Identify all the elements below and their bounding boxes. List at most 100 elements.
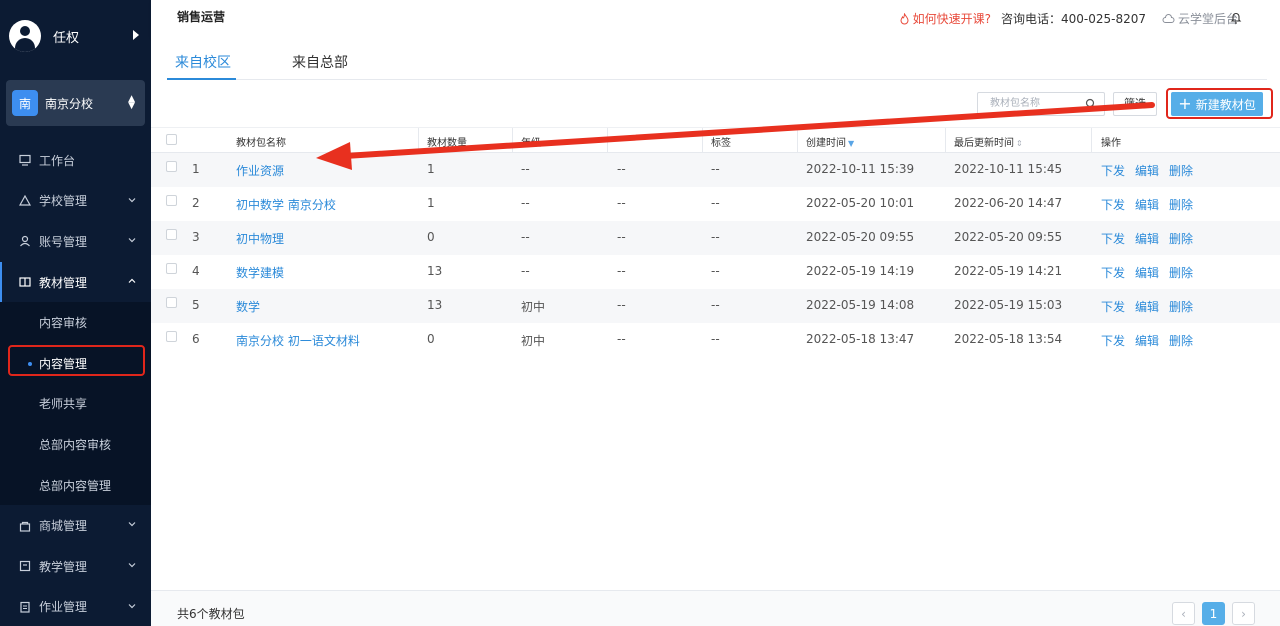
submenu-label: 内容审核 bbox=[39, 316, 88, 331]
sort-both-icon: ⇕ bbox=[1016, 139, 1023, 148]
updated-time: 2022-05-19 14:21 bbox=[954, 264, 1063, 278]
chevron-down-icon bbox=[128, 563, 136, 568]
delete-link[interactable]: 删除 bbox=[1169, 198, 1193, 212]
row-checkbox[interactable] bbox=[166, 161, 177, 172]
submenu-item-content-review[interactable]: 内容审核 bbox=[0, 302, 151, 343]
grade: -- bbox=[521, 264, 530, 278]
caret-right-icon bbox=[133, 30, 139, 40]
package-name-link[interactable]: 初中物理 bbox=[236, 230, 284, 247]
row-checkbox[interactable] bbox=[166, 297, 177, 308]
column-header-sortable[interactable]: 创建时间 ▼ bbox=[806, 134, 854, 149]
edit-link[interactable]: 编辑 bbox=[1135, 266, 1159, 280]
header-right: 如何快速开课? 咨询电话：400-025-8207 云学堂后台 bbox=[899, 10, 1238, 27]
search-input[interactable]: 教材包名称 bbox=[977, 92, 1105, 116]
sidebar: 任权 南 南京分校 ▲ ▼ 工作台 学校管理 账号管理 教材管理 内容审核 内容管 bbox=[0, 0, 151, 626]
chevron-down-icon bbox=[128, 238, 136, 243]
school-icon bbox=[18, 194, 32, 207]
sidebar-menu: 工作台 学校管理 账号管理 教材管理 内容审核 内容管理 老师共享 总部内容审核… bbox=[0, 140, 151, 626]
chevron-down-icon bbox=[128, 522, 136, 527]
delete-link[interactable]: 删除 bbox=[1169, 334, 1193, 348]
row-checkbox[interactable] bbox=[166, 229, 177, 240]
distribute-link[interactable]: 下发 bbox=[1101, 300, 1125, 314]
row-checkbox[interactable] bbox=[166, 331, 177, 342]
distribute-link[interactable]: 下发 bbox=[1101, 164, 1125, 178]
sidebar-item-label: 教学管理 bbox=[39, 559, 88, 574]
row-number: 3 bbox=[192, 230, 200, 244]
next-page-button[interactable]: › bbox=[1232, 602, 1255, 625]
table-row: 2 初中数学 南京分校 1 -- -- -- 2022-05-20 10:01 … bbox=[151, 187, 1280, 221]
clipboard-icon bbox=[19, 601, 31, 613]
row-actions: 下发 编辑 删除 bbox=[1101, 230, 1203, 247]
distribute-link[interactable]: 下发 bbox=[1101, 232, 1125, 246]
backend-link[interactable]: 云学堂后台 bbox=[1162, 10, 1238, 27]
search-placeholder: 教材包名称 bbox=[990, 98, 1040, 109]
submenu-label: 总部内容管理 bbox=[39, 478, 112, 493]
row-number: 1 bbox=[192, 162, 200, 176]
distribute-link[interactable]: 下发 bbox=[1101, 198, 1125, 212]
tab-from-campus[interactable]: 来自校区 bbox=[175, 52, 231, 72]
page-title: 销售运营 bbox=[177, 10, 226, 24]
sidebar-item-textbook[interactable]: 教材管理 bbox=[0, 261, 151, 303]
tag: -- bbox=[711, 264, 720, 278]
source-tabs: 来自校区 来自总部 bbox=[167, 38, 1267, 80]
sidebar-item-teaching[interactable]: 教学管理 bbox=[0, 546, 151, 587]
package-name-link[interactable]: 数学 bbox=[236, 298, 260, 315]
edit-link[interactable]: 编辑 bbox=[1135, 232, 1159, 246]
flame-icon bbox=[900, 12, 909, 24]
sidebar-item-mall[interactable]: 商城管理 bbox=[0, 505, 151, 546]
sidebar-item-school[interactable]: 学校管理 bbox=[0, 181, 151, 222]
sidebar-item-label: 账号管理 bbox=[39, 234, 88, 249]
distribute-link[interactable]: 下发 bbox=[1101, 266, 1125, 280]
page-button-current[interactable]: 1 bbox=[1202, 602, 1225, 625]
tag: -- bbox=[711, 230, 720, 244]
submenu-item-hq-manage[interactable]: 总部内容管理 bbox=[0, 465, 151, 506]
select-all-checkbox[interactable] bbox=[166, 134, 177, 145]
delete-link[interactable]: 删除 bbox=[1169, 266, 1193, 280]
edit-link[interactable]: 编辑 bbox=[1135, 334, 1159, 348]
chevron-down-icon bbox=[128, 603, 136, 608]
grade: 初中 bbox=[521, 334, 546, 348]
submenu-label: 老师共享 bbox=[39, 397, 88, 412]
sidebar-item-workbench[interactable]: 工作台 bbox=[0, 140, 151, 181]
total-count: 共6个教材包 bbox=[177, 607, 245, 621]
edit-link[interactable]: 编辑 bbox=[1135, 300, 1159, 314]
sidebar-item-homework[interactable]: 作业管理 bbox=[0, 587, 151, 626]
material-count: 0 bbox=[427, 332, 435, 346]
row-checkbox[interactable] bbox=[166, 195, 177, 206]
submenu-item-hq-review[interactable]: 总部内容审核 bbox=[0, 424, 151, 465]
tab-from-hq[interactable]: 来自总部 bbox=[292, 52, 348, 72]
package-name-link[interactable]: 初中数学 南京分校 bbox=[236, 196, 336, 213]
edit-link[interactable]: 编辑 bbox=[1135, 164, 1159, 178]
filter-button[interactable]: 筛选 bbox=[1113, 92, 1157, 116]
edit-link[interactable]: 编辑 bbox=[1135, 198, 1159, 212]
school-badge: 南 bbox=[12, 90, 38, 116]
sort-desc-icon: ▼ bbox=[848, 139, 855, 148]
distribute-link[interactable]: 下发 bbox=[1101, 334, 1125, 348]
prev-page-button[interactable]: ‹ bbox=[1172, 602, 1195, 625]
created-time: 2022-05-19 14:19 bbox=[806, 264, 915, 278]
delete-link[interactable]: 删除 bbox=[1169, 164, 1193, 178]
column-4-value: -- bbox=[617, 298, 626, 312]
book-icon bbox=[19, 276, 31, 288]
row-checkbox[interactable] bbox=[166, 263, 177, 274]
delete-link[interactable]: 删除 bbox=[1169, 300, 1193, 314]
column-4-value: -- bbox=[617, 162, 626, 176]
package-name-link[interactable]: 南京分校 初一语文材料 bbox=[236, 332, 360, 349]
help-link[interactable]: 如何快速开课? bbox=[899, 10, 991, 27]
sidebar-item-account[interactable]: 账号管理 bbox=[0, 221, 151, 262]
backend-link-label: 云学堂后台 bbox=[1177, 12, 1238, 26]
table-row: 6 南京分校 初一语文材料 0 初中 -- -- 2022-05-18 13:4… bbox=[151, 323, 1280, 357]
package-name-link[interactable]: 作业资源 bbox=[236, 162, 284, 179]
bell-icon[interactable] bbox=[1230, 11, 1242, 24]
submenu-item-teacher-share[interactable]: 老师共享 bbox=[0, 384, 151, 425]
created-time: 2022-05-19 14:08 bbox=[806, 298, 915, 312]
table-row: 1 作业资源 1 -- -- -- 2022-10-11 15:39 2022-… bbox=[151, 153, 1280, 187]
delete-link[interactable]: 删除 bbox=[1169, 232, 1193, 246]
column-header-sortable[interactable]: 最后更新时间 ⇕ bbox=[954, 134, 1023, 149]
school-switcher[interactable]: 南 南京分校 ▲ ▼ bbox=[6, 80, 145, 126]
package-name-link[interactable]: 数学建模 bbox=[236, 264, 284, 281]
column-header: 标签 bbox=[711, 138, 731, 149]
row-actions: 下发 编辑 删除 bbox=[1101, 298, 1203, 315]
monitor-icon bbox=[19, 154, 31, 166]
user-profile[interactable]: 任权 bbox=[0, 0, 151, 72]
